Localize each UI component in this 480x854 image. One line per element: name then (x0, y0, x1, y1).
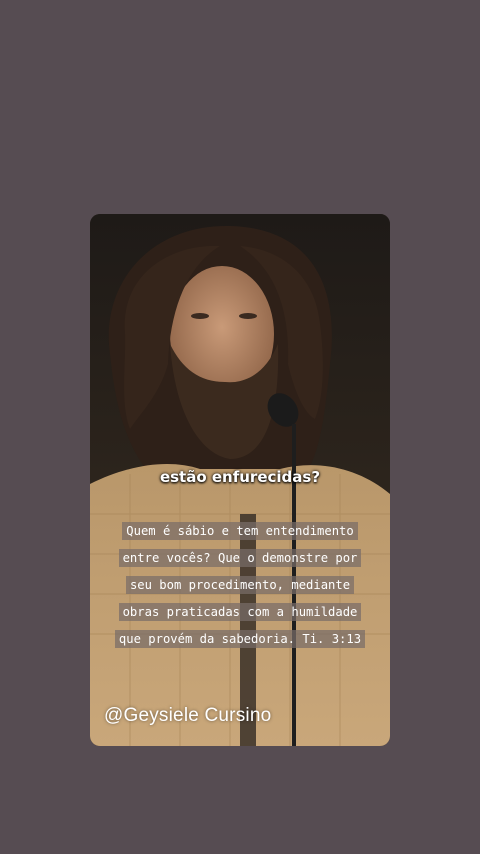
video-subtitle: estão enfurecidas? (159, 468, 321, 486)
author-watermark: @Geysiele Cursino (104, 705, 272, 726)
verse-caption: Quem é sábio e tem entendimento entre vo… (108, 518, 372, 653)
verse-text: Quem é sábio e tem entendimento entre vo… (114, 522, 366, 648)
